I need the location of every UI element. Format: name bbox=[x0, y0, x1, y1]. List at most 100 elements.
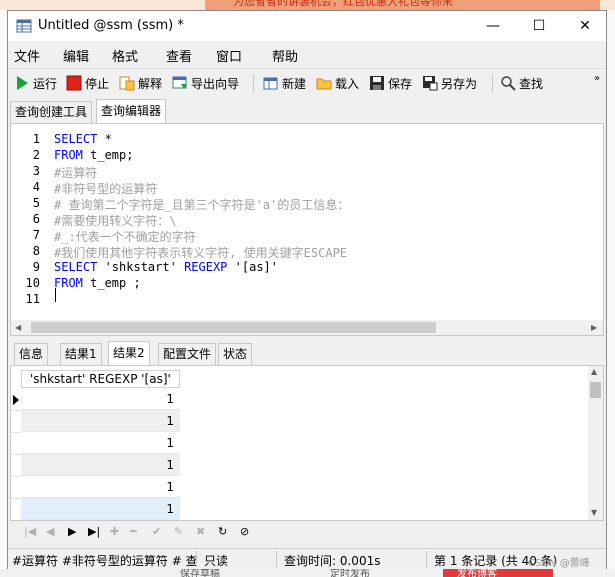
sql-text: t_emp; bbox=[82, 148, 134, 162]
last-record-icon[interactable]: ▶| bbox=[88, 525, 100, 538]
stop-refresh-icon[interactable]: ⊘ bbox=[240, 525, 249, 538]
line-number: 9 bbox=[32, 260, 40, 274]
scroll-down-icon[interactable]: ▼ bbox=[591, 508, 597, 517]
tab-query-editor[interactable]: 查询编辑器 bbox=[96, 99, 167, 124]
discard-changes-icon[interactable]: ✖ bbox=[196, 525, 205, 538]
load-button[interactable]: 载入 bbox=[316, 73, 359, 93]
line-number: 11 bbox=[25, 292, 40, 306]
sql-editor[interactable]: 1 2 3 4 5 6 7 8 9 10 11 SELECT * FROM t_emp; #运算符 #非符… bbox=[10, 123, 604, 336]
code-line[interactable]: #运算符 bbox=[54, 164, 97, 181]
explain-icon bbox=[119, 76, 135, 91]
grid-column-header[interactable]: 'shkstart' REGEXP '[as]' bbox=[21, 370, 180, 388]
sql-keyword: SELECT bbox=[54, 132, 98, 146]
grid-vertical-scrollbar[interactable]: ▲ ▼ bbox=[588, 366, 603, 520]
menu-edit[interactable]: 编辑 bbox=[63, 46, 89, 65]
promo-banner-text: 为您省省的讲装机会，红包优惠大礼包等你来 bbox=[233, 0, 453, 8]
background-banner-strip: 为您省省的讲装机会，红包优惠大礼包等你来 bbox=[0, 0, 615, 10]
menu-view[interactable]: 查看 bbox=[166, 46, 192, 65]
menu-format[interactable]: 格式 bbox=[112, 46, 138, 65]
code-line[interactable]: # 查询第二个字符是_且第三个字符是'a'的员工信息： bbox=[54, 196, 349, 213]
title-bar[interactable]: Untitled @ssm (ssm) * — ☐ ✕ bbox=[8, 11, 606, 41]
save-as-button[interactable]: 另存为 bbox=[422, 73, 477, 93]
play-icon bbox=[17, 76, 28, 90]
save-button[interactable]: 保存 bbox=[369, 73, 412, 93]
export-icon bbox=[172, 76, 187, 89]
new-button[interactable]: 新建 bbox=[263, 73, 306, 93]
export-wizard-button[interactable]: 导出向导 bbox=[172, 73, 239, 93]
status-separator bbox=[426, 551, 427, 567]
save-as-icon bbox=[423, 76, 438, 91]
menu-help[interactable]: 帮助 bbox=[272, 46, 298, 65]
code-line[interactable]: #需要使用转义字符：\ bbox=[54, 212, 176, 229]
find-label: 查找 bbox=[519, 76, 544, 91]
row-selector[interactable] bbox=[11, 454, 21, 477]
table-row[interactable]: 1 bbox=[21, 454, 180, 476]
sql-keyword: FROM bbox=[54, 148, 83, 162]
code-line[interactable]: #非符号型的运算符 bbox=[54, 180, 157, 197]
editor-scroll-thumb[interactable] bbox=[31, 322, 436, 333]
save-draft-link[interactable]: 保存草稿 bbox=[180, 569, 220, 577]
editor-horizontal-scrollbar[interactable]: ◀ ▶ bbox=[11, 320, 603, 335]
code-line[interactable]: FROM t_emp; bbox=[54, 148, 133, 162]
menu-bar: 文件 编辑 格式 查看 窗口 帮助 bbox=[8, 41, 606, 67]
publish-blog-button[interactable]: 发布博客 bbox=[443, 569, 553, 577]
table-app-icon bbox=[16, 19, 32, 33]
menu-window[interactable]: 窗口 bbox=[216, 46, 242, 65]
edit-record-icon[interactable]: ✎ bbox=[174, 525, 183, 538]
schedule-publish-link[interactable]: 定时发布 bbox=[330, 569, 370, 577]
apply-changes-icon[interactable]: ✔ bbox=[152, 525, 161, 538]
table-row[interactable]: 1 bbox=[21, 498, 180, 520]
maximize-button[interactable]: ☐ bbox=[516, 11, 562, 41]
find-button[interactable]: 查找 bbox=[500, 73, 543, 93]
scroll-up-icon[interactable]: ▲ bbox=[591, 367, 597, 376]
scroll-left-icon[interactable]: ◀ bbox=[15, 323, 21, 332]
save-icon bbox=[370, 76, 384, 90]
tab-status[interactable]: 状态 bbox=[218, 343, 253, 365]
result-tab-strip: 信息 结果1 结果2 配置文件 状态 bbox=[10, 341, 604, 366]
tab-profile[interactable]: 配置文件 bbox=[158, 343, 217, 365]
result-grid[interactable]: 'shkstart' REGEXP '[as]' 111111 ▲ ▼ bbox=[10, 365, 604, 521]
explain-button[interactable]: 解释 bbox=[119, 73, 162, 93]
table-row[interactable]: 1 bbox=[21, 388, 180, 410]
toolbar-overflow-icon[interactable]: » bbox=[594, 73, 600, 84]
tab-result1[interactable]: 结果1 bbox=[60, 343, 102, 365]
prev-record-icon[interactable]: ◀ bbox=[46, 525, 54, 538]
minimize-button[interactable]: — bbox=[470, 11, 516, 41]
row-selector[interactable] bbox=[11, 432, 21, 455]
table-row[interactable]: 1 bbox=[21, 410, 180, 432]
row-selector[interactable] bbox=[11, 498, 21, 520]
new-label: 新建 bbox=[282, 76, 307, 91]
add-record-icon[interactable]: ✚ bbox=[110, 525, 119, 538]
first-record-icon[interactable]: |◀ bbox=[24, 525, 36, 538]
run-button[interactable]: 运行 bbox=[14, 73, 57, 93]
menu-file[interactable]: 文件 bbox=[14, 46, 40, 65]
status-readonly: 只读 bbox=[204, 554, 229, 568]
tab-query-builder[interactable]: 查询创建工具 bbox=[10, 101, 93, 123]
refresh-icon[interactable]: ↻ bbox=[218, 525, 227, 538]
stop-button[interactable]: 停止 bbox=[66, 73, 109, 93]
sql-comment: #运算符 bbox=[54, 166, 98, 180]
code-line[interactable]: SELECT 'shkstart' REGEXP '[as]' bbox=[54, 260, 278, 274]
save-label: 保存 bbox=[388, 76, 413, 91]
tab-result2[interactable]: 结果2 bbox=[108, 341, 150, 366]
line-number: 6 bbox=[32, 212, 40, 226]
next-record-icon[interactable]: ▶ bbox=[68, 525, 76, 538]
text-cursor bbox=[55, 288, 56, 302]
code-line[interactable]: FROM t_emp ; bbox=[54, 276, 141, 290]
promo-banner: 为您省省的讲装机会，红包优惠大礼包等你来 bbox=[205, 0, 600, 10]
code-line[interactable]: #_:代表一个不确定的字符 bbox=[54, 228, 196, 245]
tab-info[interactable]: 信息 bbox=[14, 343, 49, 365]
table-row[interactable]: 1 bbox=[21, 476, 180, 498]
status-separator bbox=[196, 551, 197, 567]
scroll-right-icon[interactable]: ▶ bbox=[591, 323, 597, 332]
grid-scroll-thumb[interactable] bbox=[590, 382, 601, 398]
row-selector[interactable] bbox=[11, 410, 21, 433]
table-row[interactable]: 1 bbox=[21, 432, 180, 454]
status-separator bbox=[276, 551, 277, 567]
row-selector[interactable] bbox=[11, 476, 21, 499]
code-line[interactable]: #我们使用其他字符表示转义字符, 使用关键字ESCAPE bbox=[54, 244, 347, 261]
delete-record-icon[interactable]: ━ bbox=[130, 525, 137, 538]
background-bottom-strip: 保存草稿 定时发布 发布博客 bbox=[0, 569, 615, 577]
code-line[interactable]: SELECT * bbox=[54, 132, 112, 146]
close-button[interactable]: ✕ bbox=[562, 11, 608, 41]
